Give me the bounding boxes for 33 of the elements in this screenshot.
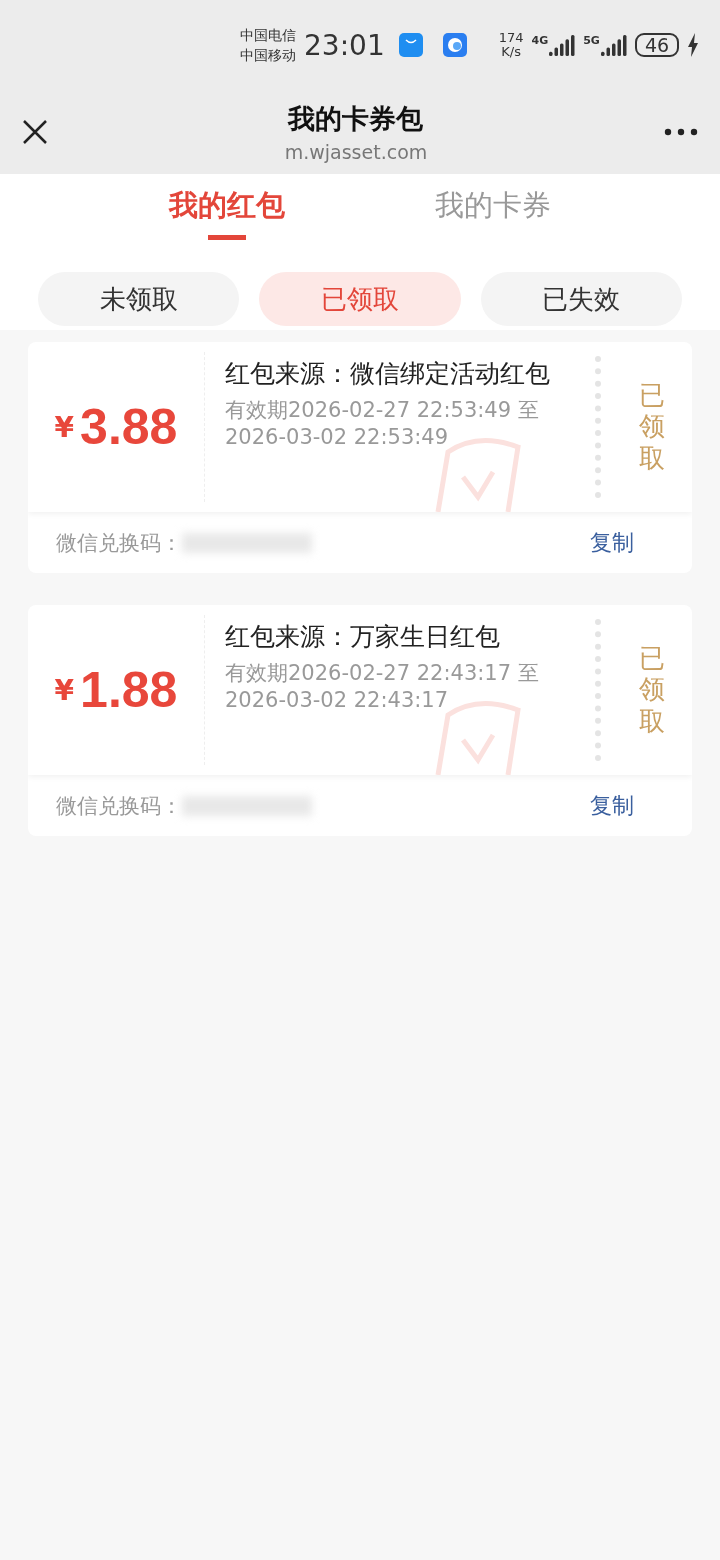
coupon-amount: 1.88	[80, 661, 178, 719]
currency-symbol: ¥	[54, 673, 75, 707]
filter-chip[interactable]: 已领取	[259, 272, 461, 326]
network-speed: 174	[498, 31, 524, 45]
copy-button[interactable]: 复制	[590, 790, 664, 821]
code-label: 微信兑换码：	[56, 529, 182, 557]
validity-period: 有效期2026-02-27 22:43:17 至 2026-03-02 22:43:17	[225, 660, 540, 714]
claimed-status: 已领取	[638, 643, 665, 737]
coupon-source: 红包来源：万家生日红包	[225, 621, 501, 652]
network-type: 4G	[531, 34, 549, 47]
claimed-status: 已领取	[638, 380, 665, 474]
code-label: 微信兑换码：	[56, 792, 182, 820]
currency-symbol: ¥	[54, 410, 75, 444]
speed-unit: K/s	[501, 45, 521, 59]
close-icon[interactable]	[22, 119, 48, 145]
signal-icon	[549, 34, 576, 56]
battery-level: 46	[634, 33, 680, 57]
network-type: 5G	[583, 34, 600, 47]
chat-app-icon	[442, 33, 467, 57]
signal-icon	[600, 34, 627, 56]
copy-button[interactable]: 复制	[590, 527, 664, 558]
carrier-name: 中国移动	[240, 46, 296, 65]
page-url: m.wjasset.com	[284, 141, 428, 163]
validity-period: 有效期2026-02-27 22:53:49 至 2026-03-02 22:53:49	[225, 397, 540, 451]
filter-chip[interactable]: 已失效	[480, 272, 682, 326]
clock: 23:01	[304, 28, 385, 62]
page-title: 我的卡券包	[288, 102, 424, 136]
filter-chip[interactable]: 未领取	[38, 272, 240, 326]
store-app-icon	[398, 33, 423, 57]
more-icon[interactable]	[664, 128, 698, 136]
coupon-amount: 3.88	[80, 398, 178, 456]
coupon-source: 红包来源：微信绑定活动红包	[225, 358, 551, 389]
carrier-name: 中国电信	[240, 26, 296, 45]
